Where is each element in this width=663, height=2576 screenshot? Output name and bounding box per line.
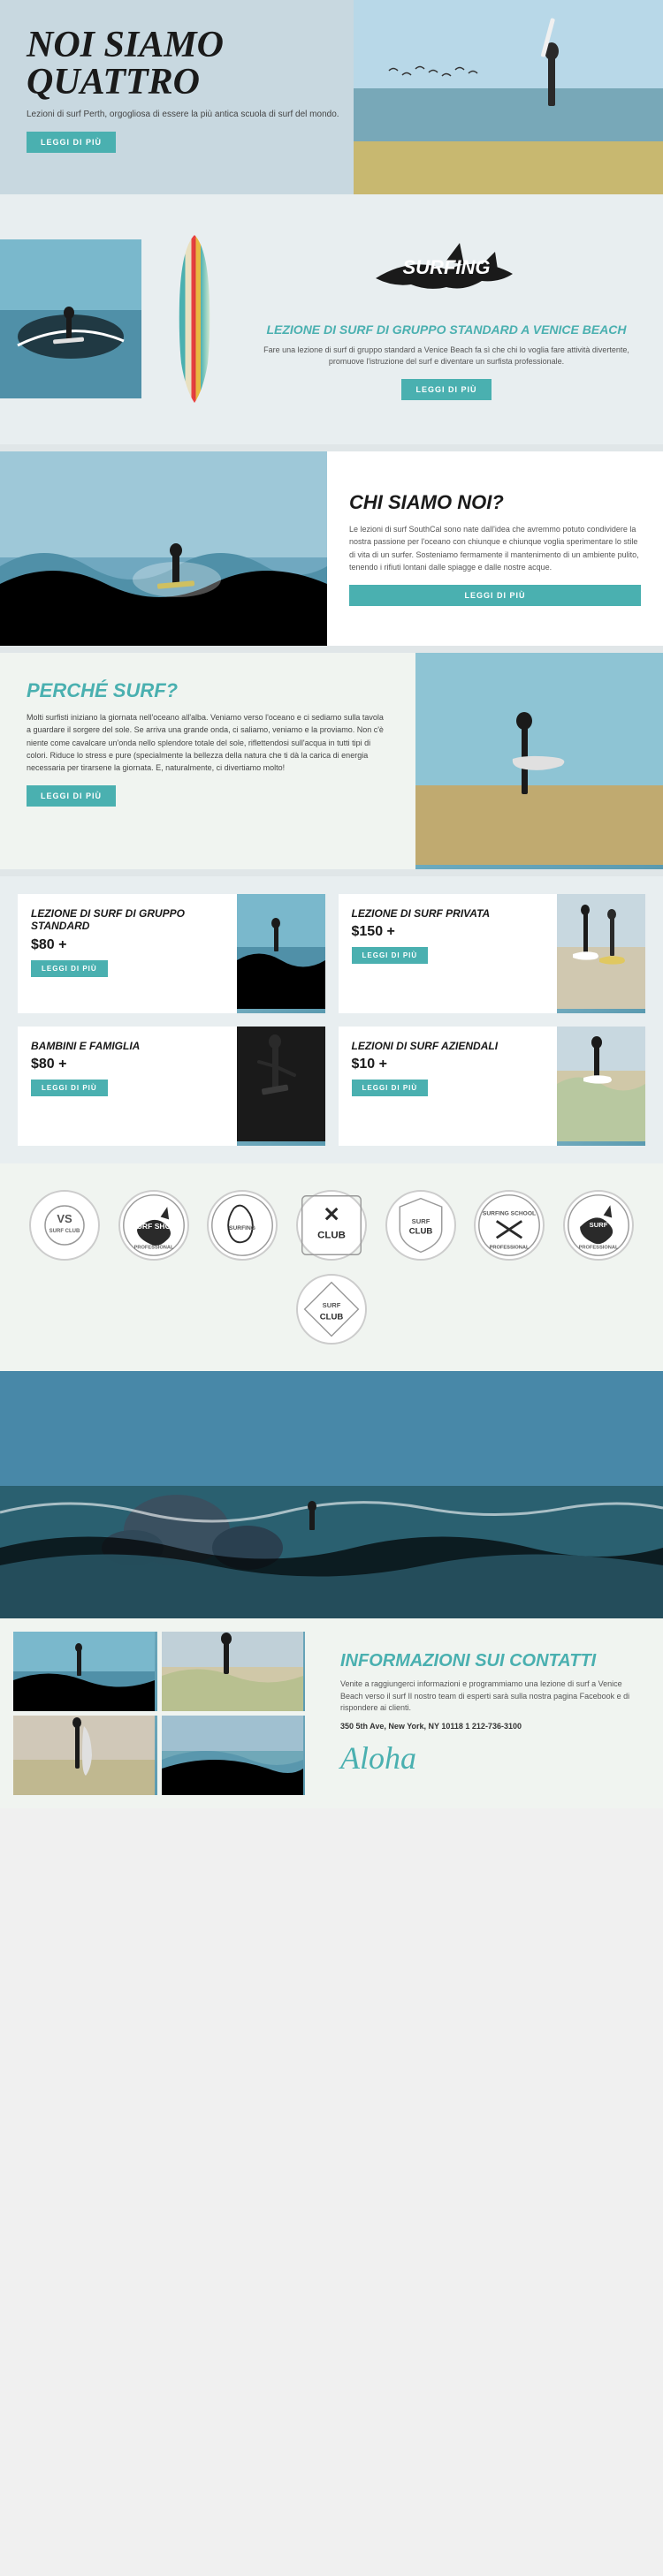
lesson-2-title: LEZIONE DI SURF PRIVATA <box>352 907 545 920</box>
svg-text:CLUB: CLUB <box>317 1230 346 1240</box>
chi-siamo-text: Le lezioni di surf SouthCal sono nate da… <box>349 523 641 574</box>
contact-title: INFORMAZIONI SUI CONTATTI <box>340 1650 641 1671</box>
svg-text:SURF CLUB: SURF CLUB <box>50 1229 80 1234</box>
svg-text:PROFESSIONAL: PROFESSIONAL <box>490 1245 530 1250</box>
section-divider-1 <box>0 444 663 451</box>
contact-img-4 <box>162 1716 306 1795</box>
logo-badge-1: VS SURF CLUB <box>29 1190 100 1261</box>
lesson-1-image <box>237 894 325 1013</box>
hero-subtitle: Lezioni di surf Perth, orgogliosa di ess… <box>27 108 362 121</box>
contact-img-3 <box>13 1716 157 1795</box>
lesson-1-cta[interactable]: LEGGI DI PIÙ <box>31 960 108 977</box>
svg-text:✕: ✕ <box>323 1202 339 1225</box>
logos-section: VS SURF CLUB SURF SHOP PROFESSIONAL SURF… <box>0 1163 663 1371</box>
logo-badge-2: SURF SHOP PROFESSIONAL <box>118 1190 189 1261</box>
contact-section: INFORMAZIONI SUI CONTATTI Venite a raggi… <box>0 1618 663 1808</box>
ocean-section <box>0 1371 663 1618</box>
contact-content: INFORMAZIONI SUI CONTATTI Venite a raggi… <box>318 1618 663 1808</box>
chi-siamo-content: CHI SIAMO NOI? Le lezioni di surf SouthC… <box>327 451 663 646</box>
surf-lesson-title: LEZIONE DI SURF DI GRUPPO STANDARD A VEN… <box>248 322 645 337</box>
lesson-card-2-content: LEZIONE DI SURF PRIVATA $150 + LEGGI DI … <box>339 894 558 1013</box>
surfboard-decoration <box>159 231 230 407</box>
lessons-grid-section: LEZIONE DI SURF DI GRUPPO STANDARD $80 +… <box>0 876 663 1163</box>
hero-cta-button[interactable]: LEGGI DI PIÙ <box>27 132 116 153</box>
svg-text:SURF: SURF <box>323 1301 341 1309</box>
lesson-4-title: LEZIONI DI SURF AZIENDALI <box>352 1040 545 1052</box>
aloha-signature: Aloha <box>340 1739 641 1777</box>
lesson-2-cta[interactable]: LEGGI DI PIÙ <box>352 947 429 964</box>
lesson-card-2: LEZIONE DI SURF PRIVATA $150 + LEGGI DI … <box>339 894 646 1013</box>
contact-address: 350 5th Ave, New York, NY 10118 1 212-73… <box>340 1722 641 1731</box>
section-divider-3 <box>0 869 663 876</box>
perche-title: PERCHÉ SURF? <box>27 679 389 702</box>
logo-badge-5: SURF CLUB <box>385 1190 456 1261</box>
logo-badge-4: ✕ CLUB <box>296 1190 367 1261</box>
lesson-card-3-content: BAMBINI E FAMIGLIA $80 + LEGGI DI PIÙ <box>18 1027 237 1146</box>
logo-badge-7: SURF PROFESSIONAL <box>563 1190 634 1261</box>
lesson-3-title: BAMBINI E FAMIGLIA <box>31 1040 224 1052</box>
svg-text:PROFESSIONAL: PROFESSIONAL <box>579 1245 619 1250</box>
hero-title: NOI SIAMO QUATTRO <box>27 27 362 101</box>
surf-lesson-image <box>0 239 141 398</box>
lesson-3-price: $80 + <box>31 1057 224 1072</box>
contact-images <box>0 1618 318 1808</box>
svg-text:SURFING: SURFING <box>403 256 491 278</box>
perche-surf-image <box>415 653 663 869</box>
lesson-4-price: $10 + <box>352 1057 545 1072</box>
lesson-card-3: BAMBINI E FAMIGLIA $80 + LEGGI DI PIÙ <box>18 1027 325 1146</box>
surf-lesson-section: SURFING LEZIONE DI SURF DI GRUPPO STANDA… <box>0 194 663 444</box>
chi-siamo-section: CHI SIAMO NOI? Le lezioni di surf SouthC… <box>0 451 663 646</box>
svg-text:SURFING SCHOOL: SURFING SCHOOL <box>483 1210 536 1216</box>
perche-surf-content: PERCHÉ SURF? Molti surfisti iniziano la … <box>0 653 415 869</box>
surf-lesson-cta-button[interactable]: LEGGI DI PIÙ <box>401 379 491 400</box>
lesson-2-price: $150 + <box>352 924 545 940</box>
svg-text:CLUB: CLUB <box>320 1312 344 1322</box>
lesson-card-1-content: LEZIONE DI SURF DI GRUPPO STANDARD $80 +… <box>18 894 237 1013</box>
surfing-brand: SURFING LEZIONE DI SURF DI GRUPPO STANDA… <box>248 221 663 418</box>
lesson-card-1: LEZIONE DI SURF DI GRUPPO STANDARD $80 +… <box>18 894 325 1013</box>
perche-text: Molti surfisti iniziano la giornata nell… <box>27 711 389 775</box>
section-divider-2 <box>0 646 663 653</box>
svg-text:PROFESSIONAL: PROFESSIONAL <box>133 1245 173 1250</box>
lesson-4-cta[interactable]: LEGGI DI PIÙ <box>352 1080 429 1096</box>
perche-cta-button[interactable]: LEGGI DI PIÙ <box>27 785 116 807</box>
perche-surf-section: PERCHÉ SURF? Molti surfisti iniziano la … <box>0 653 663 869</box>
svg-text:SURF: SURF <box>411 1217 430 1225</box>
lesson-1-title: LEZIONE DI SURF DI GRUPPO STANDARD <box>31 907 224 933</box>
lesson-3-image <box>237 1027 325 1146</box>
svg-text:VS: VS <box>57 1212 72 1225</box>
lesson-card-4: LEZIONI DI SURF AZIENDALI $10 + LEGGI DI… <box>339 1027 646 1146</box>
lesson-1-price: $80 + <box>31 937 224 953</box>
svg-text:CLUB: CLUB <box>408 1226 432 1236</box>
chi-siamo-image <box>0 451 327 646</box>
hero-section: NOI SIAMO QUATTRO Lezioni di surf Perth,… <box>0 0 663 194</box>
contact-img-2 <box>162 1632 306 1711</box>
hero-content: NOI SIAMO QUATTRO Lezioni di surf Perth,… <box>27 27 362 153</box>
lesson-4-image <box>557 1027 645 1146</box>
lesson-card-4-content: LEZIONI DI SURF AZIENDALI $10 + LEGGI DI… <box>339 1027 558 1146</box>
lesson-3-cta[interactable]: LEGGI DI PIÙ <box>31 1080 108 1096</box>
lesson-2-image <box>557 894 645 1013</box>
svg-text:SURF SHOP: SURF SHOP <box>132 1222 176 1231</box>
surf-lesson-text: Fare una lezione di surf di gruppo stand… <box>248 345 645 368</box>
logo-badge-3: SURFING <box>207 1190 278 1261</box>
chi-siamo-title: CHI SIAMO NOI? <box>349 491 641 514</box>
hero-image <box>354 0 663 194</box>
contact-text: Venite a raggiungerci informazioni e pro… <box>340 1678 641 1715</box>
logo-badge-8: SURF CLUB <box>296 1274 367 1345</box>
contact-img-1 <box>13 1632 157 1711</box>
logo-badge-6: SURFING SCHOOL PROFESSIONAL <box>474 1190 545 1261</box>
chi-siamo-cta-button[interactable]: LEGGI DI PIÙ <box>349 585 641 606</box>
svg-text:SURFING: SURFING <box>229 1225 255 1231</box>
svg-text:SURF: SURF <box>590 1221 608 1229</box>
